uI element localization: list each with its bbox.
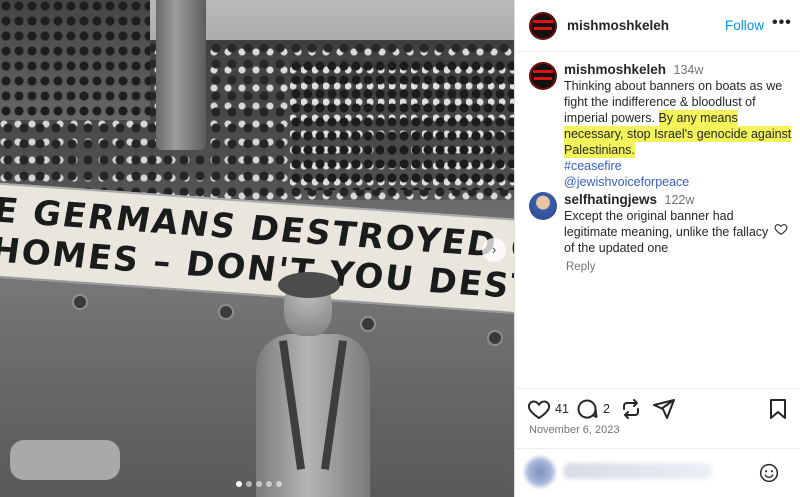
carousel-dot [256, 481, 262, 487]
action-bar: 41 2 [515, 388, 800, 422]
more-options-button[interactable]: ••• [772, 14, 792, 32]
add-comment-placeholder[interactable] [563, 463, 713, 479]
porthole [72, 294, 88, 310]
caption-avatar[interactable] [529, 62, 557, 90]
carousel-dots [236, 481, 282, 487]
post-details-panel: mishmoshkeleh Follow ••• mishmoshkeleh 1… [514, 0, 800, 497]
comment-age: 122w [664, 193, 695, 207]
carousel-next-button[interactable]: › [482, 238, 506, 262]
emoji-icon[interactable] [759, 463, 779, 483]
reply-button[interactable]: Reply [566, 261, 595, 273]
soldier-body [256, 334, 370, 497]
commenter-username[interactable]: selfhatingjews [564, 192, 657, 207]
comment-text: selfhatingjews 122w Except the original … [564, 192, 769, 256]
carousel-dot [276, 481, 282, 487]
caption-text: mishmoshkeleh 134w Thinking about banner… [564, 62, 796, 190]
ship-funnel [156, 0, 206, 150]
carousel-dot [236, 481, 242, 487]
comment-body: Except the original banner had legitimat… [564, 209, 769, 255]
heart-outline-icon[interactable] [527, 397, 551, 421]
speech-bubble-icon[interactable] [575, 397, 599, 421]
caption-age: 134w [673, 63, 704, 77]
comment-like-icon[interactable] [774, 222, 788, 236]
porthole [218, 304, 234, 320]
paper-plane-icon[interactable] [652, 397, 676, 421]
post-image[interactable]: E GERMANS DESTROYED OUR FAMILIES HOMES –… [0, 0, 514, 497]
carousel-dot [246, 481, 252, 487]
mention-link[interactable]: @jewishvoiceforpeace [564, 175, 689, 189]
crowd-deck [290, 60, 514, 190]
bookmark-icon[interactable] [767, 397, 789, 421]
author-username[interactable]: mishmoshkeleh [567, 18, 669, 33]
post-header: mishmoshkeleh Follow ••• [515, 0, 800, 52]
sandbag [10, 440, 120, 480]
carousel-dot [266, 481, 272, 487]
commenter-avatar[interactable] [529, 192, 557, 220]
comments-count[interactable]: 2 [603, 402, 610, 416]
soldier-figure [248, 272, 378, 497]
likes-count[interactable]: 41 [555, 402, 569, 416]
current-user-avatar [525, 457, 555, 487]
follow-button[interactable]: Follow [725, 18, 764, 33]
crowd-upper [0, 0, 150, 120]
add-comment-bar[interactable] [515, 448, 800, 497]
author-avatar[interactable] [529, 12, 557, 40]
repost-icon[interactable] [619, 397, 643, 421]
hashtag-link[interactable]: #ceasefire [564, 159, 622, 173]
caption-username[interactable]: mishmoshkeleh [564, 62, 666, 77]
soldier-beret [278, 272, 340, 298]
post-date[interactable]: November 6, 2023 [529, 424, 620, 436]
porthole [487, 330, 503, 346]
